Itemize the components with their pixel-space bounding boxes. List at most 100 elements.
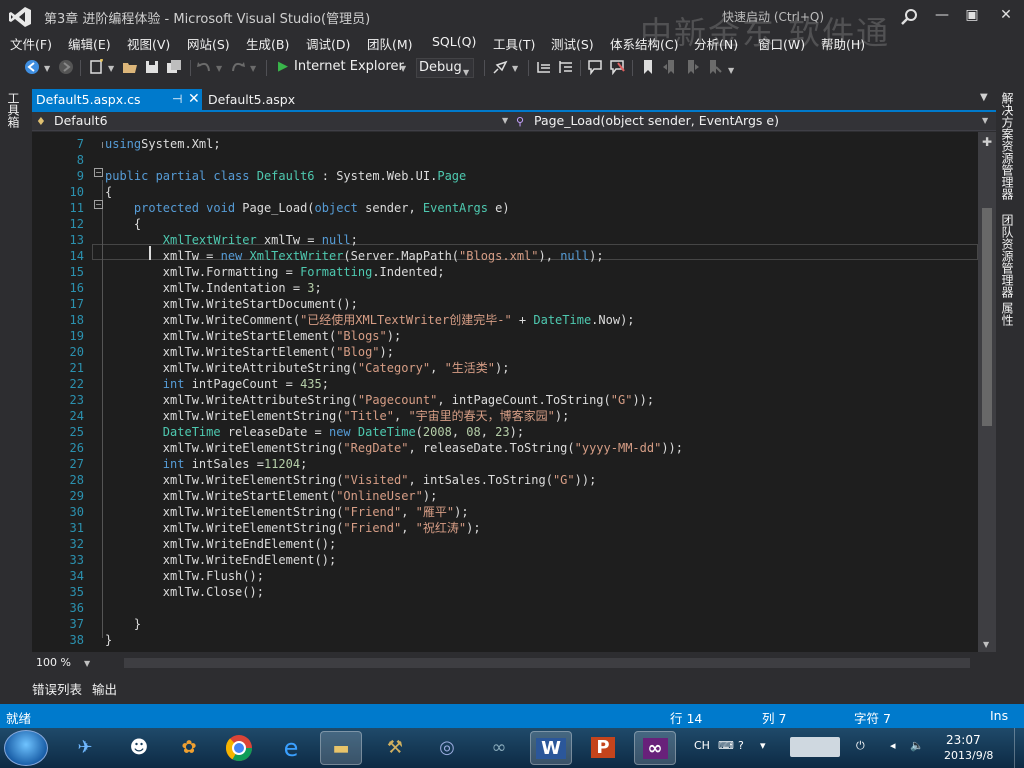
code-token: "宇宙里的春天，博客家园": [408, 409, 555, 423]
clock-time[interactable]: 23:07: [946, 733, 981, 747]
tab-output[interactable]: 输出: [92, 679, 117, 698]
tools-app-icon[interactable]: ⚒: [374, 731, 416, 765]
vertical-scrollbar[interactable]: ✚ ▼: [978, 132, 996, 652]
run-target-dropdown-arrow-icon[interactable]: ▼: [400, 64, 406, 73]
pin-icon[interactable]: ⊣: [172, 89, 182, 110]
outline-icon[interactable]: [558, 59, 574, 75]
minimize-button[interactable]: —: [928, 5, 956, 25]
clock-date[interactable]: 2013/9/8: [944, 749, 993, 762]
solution-explorer-tab[interactable]: 解决方案资源管理器: [1000, 92, 1016, 200]
toolbox-tab[interactable]: 工具箱: [6, 92, 22, 128]
uncomment-icon[interactable]: [610, 59, 626, 75]
save-all-icon[interactable]: [166, 59, 182, 75]
visual-studio-app-icon[interactable]: ∞: [634, 731, 676, 765]
menu-debug[interactable]: 调试(D): [306, 34, 350, 53]
code-line: public partial class Default6 : System.W…: [105, 168, 466, 184]
power-plug-icon[interactable]: ⏻: [856, 739, 865, 753]
menu-window[interactable]: 窗口(W): [758, 34, 805, 53]
split-window-icon[interactable]: ✚: [982, 135, 992, 149]
code-line: xmlTw.WriteElementString("Title", "宇宙里的春…: [105, 408, 570, 424]
properties-tab[interactable]: 属性: [1000, 302, 1016, 326]
menu-build[interactable]: 生成(B): [246, 34, 289, 53]
type-dropdown[interactable]: ♦ Default6: [36, 113, 516, 128]
undo-dropdown-arrow-icon[interactable]: ▼: [216, 64, 222, 73]
menu-sql[interactable]: SQL(Q): [432, 34, 476, 49]
browser-link-dropdown-arrow-icon[interactable]: ▼: [512, 64, 518, 73]
tray-arrow-icon[interactable]: ◂: [890, 739, 896, 752]
code-line: xmlTw.WriteStartElement("Blog");: [105, 344, 394, 360]
menu-test[interactable]: 测试(S): [551, 34, 594, 53]
collapse-method-toggle[interactable]: −: [94, 200, 103, 209]
comment-icon[interactable]: [588, 59, 604, 75]
file-explorer-app-icon[interactable]: ▬: [320, 731, 362, 765]
quick-launch-input[interactable]: 快速启动 (Ctrl+Q): [722, 8, 824, 25]
back-dropdown-arrow-icon[interactable]: ▼: [44, 64, 50, 73]
tray-overflow-icon[interactable]: ▾: [760, 739, 766, 752]
help-icon[interactable]: ?: [738, 739, 744, 752]
volume-icon[interactable]: 🔈: [910, 739, 924, 752]
chrome-app-icon[interactable]: [218, 731, 260, 765]
scroll-down-icon[interactable]: ▼: [983, 640, 989, 649]
menu-file[interactable]: 文件(F): [10, 34, 52, 53]
member-dropdown[interactable]: ⚲ Page_Load(object sender, EventArgs e): [516, 113, 988, 128]
tab-default5-aspx[interactable]: Default5.aspx: [208, 89, 295, 110]
menu-tools[interactable]: 工具(T): [493, 34, 535, 53]
save-icon[interactable]: [144, 59, 160, 75]
team-explorer-tab[interactable]: 团队资源管理器: [1000, 214, 1016, 298]
navigate-back-icon[interactable]: [24, 59, 40, 75]
menu-help[interactable]: 帮助(H): [821, 34, 865, 53]
previous-bookmark-icon[interactable]: [662, 59, 678, 75]
toolbar-overflow-icon[interactable]: ▼: [728, 66, 734, 75]
format-icon[interactable]: [536, 59, 552, 75]
tray-widget[interactable]: [790, 737, 840, 757]
start-debugging-button[interactable]: ▶ Internet Explorer: [278, 59, 404, 74]
navigate-forward-icon[interactable]: [58, 59, 74, 75]
feiq-app-icon[interactable]: ✈: [64, 731, 106, 765]
zoom-select[interactable]: 100 % ▼: [36, 656, 92, 670]
scrollbar-thumb[interactable]: [982, 208, 992, 426]
menu-architecture[interactable]: 体系结构(C): [610, 34, 678, 53]
restore-button[interactable]: ▣: [958, 5, 986, 25]
open-file-icon[interactable]: [122, 59, 138, 75]
next-bookmark-icon[interactable]: [684, 59, 700, 75]
menu-analyze[interactable]: 分析(N): [694, 34, 738, 53]
tab-default5-aspx-cs[interactable]: Default5.aspx.cs ⊣ ✕: [32, 89, 202, 111]
menu-team[interactable]: 团队(M): [367, 34, 413, 53]
menu-edit[interactable]: 编辑(E): [68, 34, 111, 53]
clear-bookmarks-icon[interactable]: [706, 59, 722, 75]
word-app-icon[interactable]: W: [530, 731, 572, 765]
gift-app-icon[interactable]: ✿: [168, 731, 210, 765]
code-line: xmlTw.WriteStartElement("Blogs");: [105, 328, 401, 344]
input-language-indicator[interactable]: CH: [694, 739, 710, 752]
menu-view[interactable]: 视图(V): [127, 34, 170, 53]
redo-dropdown-arrow-icon[interactable]: ▼: [250, 64, 256, 73]
code-token: ));: [632, 393, 655, 407]
show-desktop-button[interactable]: [1014, 728, 1024, 768]
close-tab-icon[interactable]: ✕: [188, 89, 200, 110]
undo-icon[interactable]: [196, 59, 212, 75]
browser-link-icon[interactable]: [492, 59, 508, 75]
horizontal-scrollbar[interactable]: [124, 658, 970, 668]
collapse-class-toggle[interactable]: −: [94, 168, 103, 177]
start-button[interactable]: [4, 730, 48, 766]
search-icon[interactable]: [900, 8, 918, 26]
toolbar-separator: [580, 60, 581, 76]
tab-error-list[interactable]: 错误列表: [32, 679, 82, 698]
internet-explorer-app-icon[interactable]: e: [270, 731, 312, 765]
qq-app-icon[interactable]: ☻: [118, 731, 160, 765]
code-editor[interactable]: − − 7 usingSystem.Xml; 8 9 public partial cl…: [32, 132, 978, 652]
bookmark-icon[interactable]: [640, 59, 656, 75]
tabs-overflow-chevron-icon[interactable]: ▼: [980, 92, 988, 103]
member-dropdown-chevron-down-icon[interactable]: ▼: [982, 116, 988, 125]
powerpoint-app-icon[interactable]: P: [582, 731, 624, 765]
type-dropdown-chevron-down-icon[interactable]: ▼: [502, 116, 508, 125]
menu-website[interactable]: 网站(S): [187, 34, 230, 53]
new-dropdown-arrow-icon[interactable]: ▼: [108, 64, 114, 73]
redo-icon[interactable]: [230, 59, 246, 75]
new-project-icon[interactable]: [88, 59, 104, 75]
infinity-app-icon[interactable]: ∞: [478, 731, 520, 765]
keyboard-icon[interactable]: ⌨: [718, 739, 734, 752]
close-window-button[interactable]: ✕: [992, 5, 1020, 25]
solution-configuration-select[interactable]: Debug ▼: [416, 58, 474, 78]
search-app-icon[interactable]: ◎: [426, 731, 468, 765]
